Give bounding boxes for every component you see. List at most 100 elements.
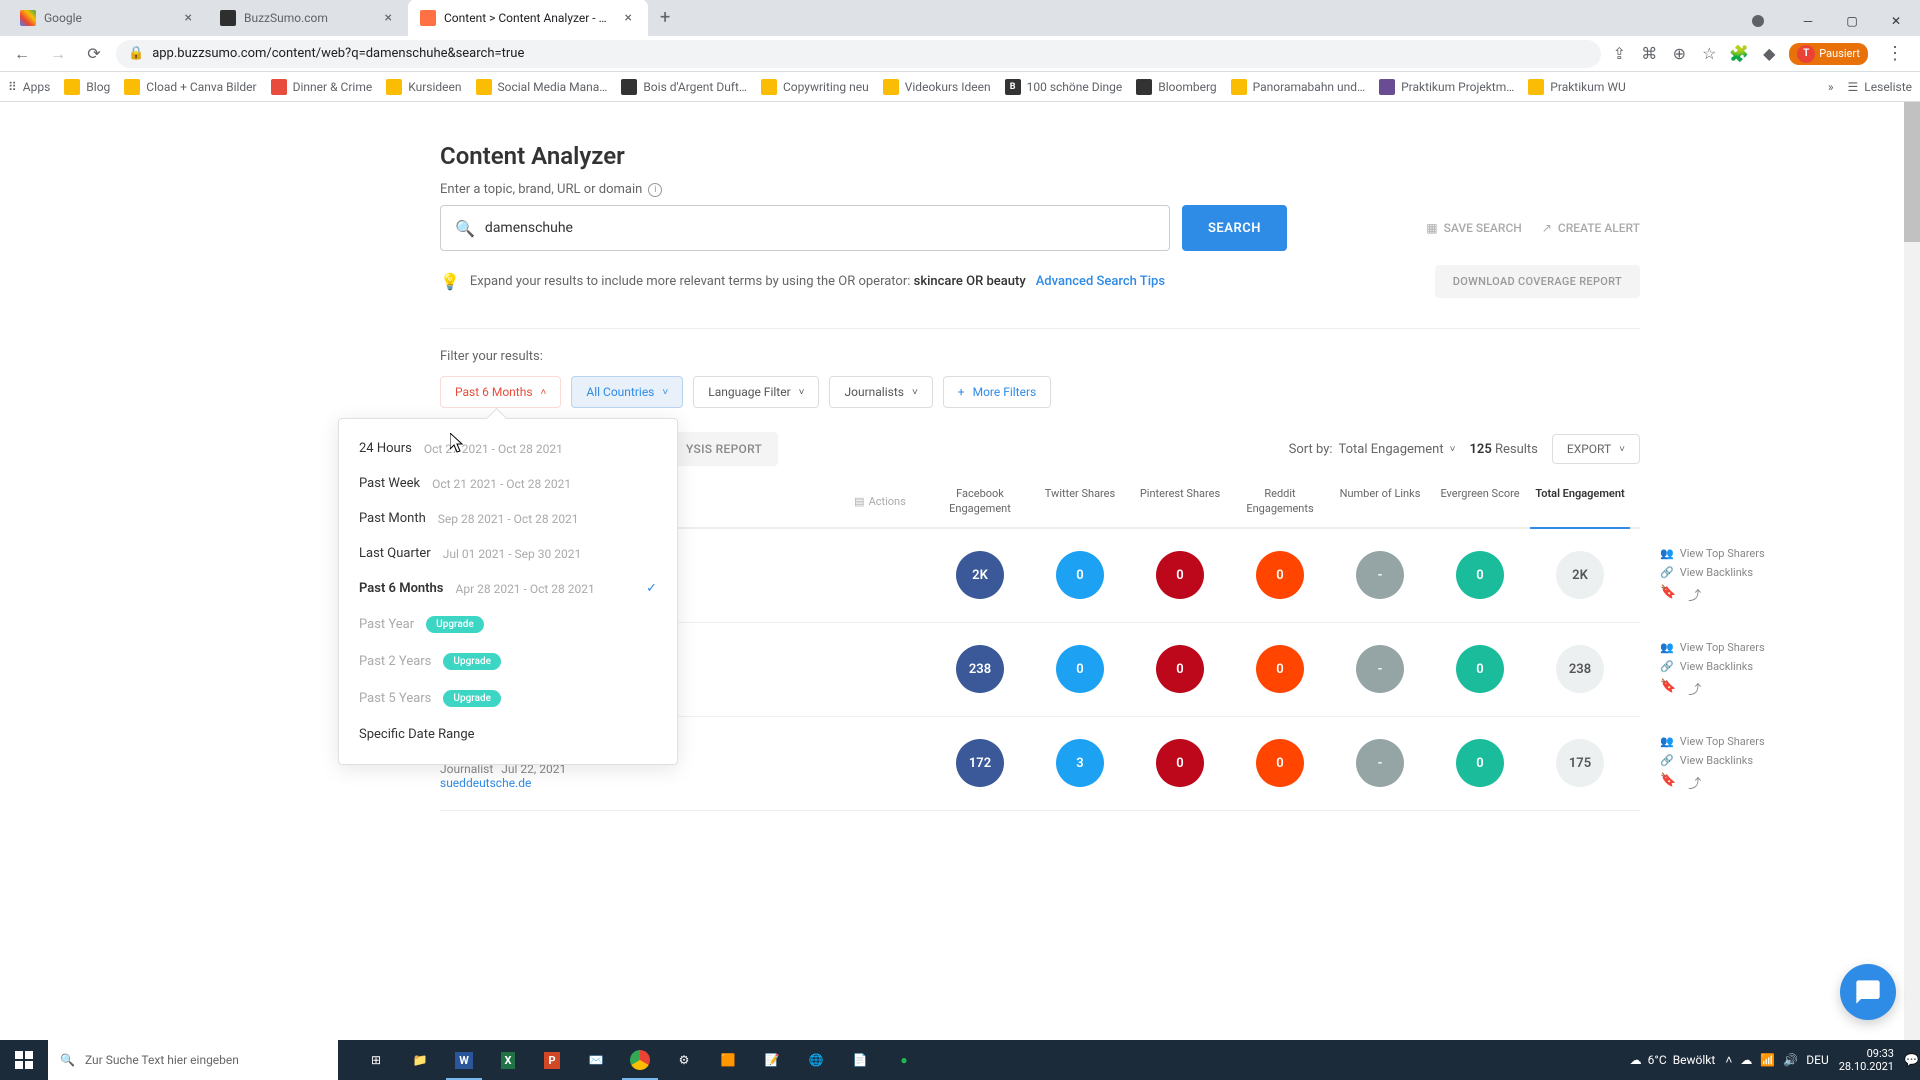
powerpoint-icon[interactable]: P xyxy=(530,1040,574,1080)
date-option-5years[interactable]: Past 5 YearsUpgrade xyxy=(339,680,677,717)
metric-links[interactable]: - xyxy=(1356,645,1404,693)
metric-facebook[interactable]: 238 xyxy=(956,645,1004,693)
view-sharers-link[interactable]: 👥View Top Sharers xyxy=(1660,547,1810,560)
spotify-icon[interactable]: ● xyxy=(882,1040,926,1080)
tray-chevron-icon[interactable]: ˄ xyxy=(1725,1053,1732,1067)
create-alert-button[interactable]: ↗CREATE ALERT xyxy=(1542,221,1640,235)
metric-evergreen[interactable]: 0 xyxy=(1456,739,1504,787)
zoom-icon[interactable]: ⊕ xyxy=(1669,44,1689,64)
view-backlinks-link[interactable]: 🔗View Backlinks xyxy=(1660,566,1810,579)
view-sharers-link[interactable]: 👥View Top Sharers xyxy=(1660,735,1810,748)
volume-icon[interactable]: 🔊 xyxy=(1783,1053,1798,1067)
profile-indicator[interactable] xyxy=(1752,15,1764,27)
metric-pinterest[interactable]: 0 xyxy=(1156,551,1204,599)
metric-twitter[interactable]: 0 xyxy=(1056,551,1104,599)
bookmark-star-icon[interactable]: ☆ xyxy=(1699,44,1719,64)
metric-facebook[interactable]: 172 xyxy=(956,739,1004,787)
bookmark-item[interactable]: Blog xyxy=(64,79,110,95)
profile-paused-badge[interactable]: T Pausiert xyxy=(1789,43,1868,65)
metric-pinterest[interactable]: 0 xyxy=(1156,645,1204,693)
date-option-2years[interactable]: Past 2 YearsUpgrade xyxy=(339,643,677,680)
result-domain-link[interactable]: sueddeutsche.de xyxy=(440,776,531,790)
info-icon[interactable]: i xyxy=(648,183,662,197)
column-pinterest[interactable]: Pinterest Shares xyxy=(1130,486,1230,517)
bookmark-item[interactable]: Cload + Canva Bilder xyxy=(124,79,256,95)
edge-icon[interactable]: 🌐 xyxy=(794,1040,838,1080)
upgrade-badge[interactable]: Upgrade xyxy=(443,653,501,670)
forward-button[interactable]: → xyxy=(44,40,72,68)
weather-widget[interactable]: ☁ 6°C Bewölkt xyxy=(1630,1053,1716,1067)
app-icon[interactable]: 🟧 xyxy=(706,1040,750,1080)
obs-icon[interactable]: ⚙ xyxy=(662,1040,706,1080)
metric-evergreen[interactable]: 0 xyxy=(1456,551,1504,599)
app-icon[interactable]: 📝 xyxy=(750,1040,794,1080)
column-evergreen[interactable]: Evergreen Score xyxy=(1430,486,1530,517)
metric-reddit[interactable]: 0 xyxy=(1256,645,1304,693)
metric-total[interactable]: 175 xyxy=(1556,739,1604,787)
taskbar-clock[interactable]: 09:33 28.10.2021 xyxy=(1839,1047,1894,1073)
share-icon[interactable]: ⤴ xyxy=(1688,773,1701,792)
excel-icon[interactable]: X xyxy=(486,1040,530,1080)
notifications-button[interactable]: 💬 xyxy=(1904,1053,1912,1067)
date-option-year[interactable]: Past YearUpgrade xyxy=(339,606,677,643)
bookmark-item[interactable]: Panoramabahn und… xyxy=(1231,79,1365,95)
advanced-search-link[interactable]: Advanced Search Tips xyxy=(1036,274,1165,289)
share-icon[interactable]: ⤴ xyxy=(1688,585,1701,604)
column-reddit[interactable]: Reddit Engagements xyxy=(1230,486,1330,517)
sort-dropdown[interactable]: Sort by: Total Engagement ˅ xyxy=(1289,442,1456,457)
view-backlinks-link[interactable]: 🔗View Backlinks xyxy=(1660,754,1810,767)
metric-facebook[interactable]: 2K xyxy=(956,551,1004,599)
bookmarks-overflow[interactable]: » xyxy=(1828,80,1834,94)
bookmark-item[interactable]: Kursideen xyxy=(386,79,461,95)
reload-button[interactable]: ⟳ xyxy=(80,40,108,68)
search-button[interactable]: SEARCH xyxy=(1182,205,1287,251)
close-icon[interactable]: × xyxy=(381,10,396,26)
date-option-24h[interactable]: 24 HoursOct 27 2021 - Oct 28 2021 xyxy=(339,431,677,466)
metric-total[interactable]: 238 xyxy=(1556,645,1604,693)
file-explorer-icon[interactable]: 📁 xyxy=(398,1040,442,1080)
metric-pinterest[interactable]: 0 xyxy=(1156,739,1204,787)
close-window-button[interactable]: ✕ xyxy=(1876,6,1916,36)
new-tab-button[interactable]: + xyxy=(648,0,682,36)
column-twitter[interactable]: Twitter Shares xyxy=(1030,486,1130,517)
upgrade-badge[interactable]: Upgrade xyxy=(426,616,484,633)
view-sharers-link[interactable]: 👥View Top Sharers xyxy=(1660,641,1810,654)
date-option-month[interactable]: Past MonthSep 28 2021 - Oct 28 2021 xyxy=(339,501,677,536)
view-backlinks-link[interactable]: 🔗View Backlinks xyxy=(1660,660,1810,673)
metric-reddit[interactable]: 0 xyxy=(1256,551,1304,599)
extension-icon[interactable]: 🧩 xyxy=(1729,44,1749,64)
chrome-icon[interactable] xyxy=(618,1040,662,1080)
browser-menu-button[interactable]: ⋮ xyxy=(1878,43,1912,64)
bookmark-item[interactable]: Videokurs Ideen xyxy=(883,79,991,95)
notepad-icon[interactable]: 📄 xyxy=(838,1040,882,1080)
bookmark-icon[interactable]: 🔖 xyxy=(1660,773,1676,792)
metric-links[interactable]: - xyxy=(1356,551,1404,599)
maximize-button[interactable]: ▢ xyxy=(1832,6,1872,36)
scroll-thumb[interactable] xyxy=(1904,102,1920,242)
browser-tab-google[interactable]: Google × xyxy=(8,0,208,36)
filter-date[interactable]: Past 6 Months˄ xyxy=(440,376,561,408)
bookmark-item[interactable]: Bois d'Argent Duft… xyxy=(621,79,747,95)
taskbar-search[interactable]: 🔍 Zur Suche Text hier eingeben xyxy=(48,1040,338,1080)
extension-icon-2[interactable]: ◆ xyxy=(1759,44,1779,64)
date-option-week[interactable]: Past WeekOct 21 2021 - Oct 28 2021 xyxy=(339,466,677,501)
metric-links[interactable]: - xyxy=(1356,739,1404,787)
column-facebook[interactable]: Facebook Engagement xyxy=(930,486,1030,517)
browser-tab-content-analyzer[interactable]: Content > Content Analyzer - Bu × xyxy=(408,0,648,36)
minimize-button[interactable]: ─ xyxy=(1788,6,1828,36)
word-icon[interactable]: W xyxy=(442,1040,486,1080)
column-total[interactable]: Total Engagement xyxy=(1530,486,1630,529)
browser-tab-buzzsumo-home[interactable]: BuzzSumo.com × xyxy=(208,0,408,36)
bookmark-item[interactable]: B100 schöne Dinge xyxy=(1005,79,1123,95)
scrollbar[interactable] xyxy=(1904,102,1920,1040)
column-links[interactable]: Number of Links xyxy=(1330,486,1430,517)
save-search-button[interactable]: ▦SAVE SEARCH xyxy=(1426,221,1522,235)
metric-twitter[interactable]: 3 xyxy=(1056,739,1104,787)
date-option-6months[interactable]: Past 6 MonthsApr 28 2021 - Oct 28 2021✓ xyxy=(339,571,677,606)
share-icon[interactable]: ⤴ xyxy=(1688,679,1701,698)
metric-reddit[interactable]: 0 xyxy=(1256,739,1304,787)
filter-country[interactable]: All Countries˅ xyxy=(571,376,683,408)
metric-total[interactable]: 2K xyxy=(1556,551,1604,599)
bookmark-item[interactable]: Praktikum Projektm… xyxy=(1379,79,1514,95)
start-button[interactable] xyxy=(0,1040,48,1080)
